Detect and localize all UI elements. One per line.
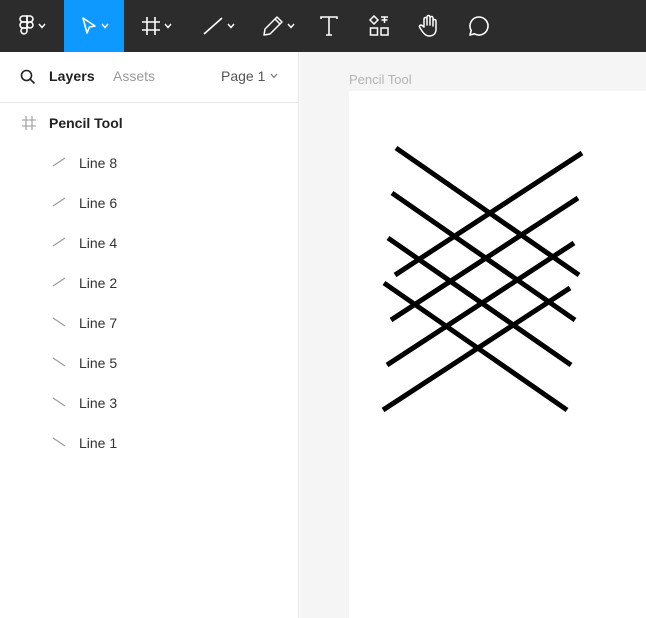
line-up-icon — [52, 277, 66, 287]
page-selector-label: Page 1 — [221, 68, 266, 84]
layer-label: Line 6 — [79, 195, 118, 211]
tab-assets[interactable]: Assets — [113, 68, 155, 84]
tab-layers[interactable]: Layers — [49, 68, 95, 84]
shapes-grid-icon — [368, 15, 390, 36]
layer-item-line-1[interactable]: Line 1 — [0, 423, 298, 463]
hand-tool-button[interactable] — [410, 0, 448, 52]
chevron-down-icon — [286, 23, 295, 29]
page-selector[interactable]: Page 1 — [221, 68, 278, 84]
main-menu-button[interactable] — [0, 0, 64, 52]
frame-title[interactable]: Pencil Tool — [349, 72, 412, 87]
move-tool-button[interactable] — [64, 0, 124, 52]
canvas[interactable]: Pencil Tool — [300, 52, 646, 618]
layer-item-line-8[interactable]: Line 8 — [0, 143, 298, 183]
layer-frame-pencil-tool[interactable]: Pencil Tool — [0, 103, 298, 143]
search-icon[interactable] — [20, 69, 36, 85]
layer-label: Line 3 — [79, 395, 118, 411]
hand-icon — [418, 14, 437, 37]
speech-bubble-icon — [469, 16, 489, 36]
layer-item-line-4[interactable]: Line 4 — [0, 223, 298, 263]
layer-item-line-2[interactable]: Line 2 — [0, 263, 298, 303]
line-down-icon — [52, 357, 66, 367]
chevron-down-icon — [163, 23, 172, 29]
line-tool-button[interactable] — [190, 0, 246, 52]
text-tool-button[interactable] — [310, 0, 348, 52]
layer-label: Line 2 — [79, 275, 118, 291]
line-icon — [202, 17, 223, 35]
frame-hash-icon — [22, 116, 36, 130]
line-down-icon — [52, 317, 66, 327]
layer-item-line-3[interactable]: Line 3 — [0, 383, 298, 423]
pencil-drawing[interactable] — [349, 91, 646, 618]
frame-hash-icon — [141, 17, 160, 35]
line-up-icon — [52, 157, 66, 167]
line-down-icon — [52, 397, 66, 407]
comment-tool-button[interactable] — [460, 0, 498, 52]
line-up-icon — [52, 237, 66, 247]
pen-icon — [262, 16, 283, 36]
pen-tool-button[interactable] — [250, 0, 306, 52]
line-down-icon — [52, 437, 66, 447]
frame-board[interactable] — [349, 91, 646, 618]
line-up-icon — [52, 197, 66, 207]
layer-label: Pencil Tool — [49, 115, 123, 131]
layer-label: Line 8 — [79, 155, 118, 171]
resources-tool-button[interactable] — [360, 0, 398, 52]
chevron-down-icon — [270, 73, 278, 79]
layer-item-line-6[interactable]: Line 6 — [0, 183, 298, 223]
layer-label: Line 5 — [79, 355, 118, 371]
layers-panel: Layers Assets Page 1 Pencil Tool Line 8 … — [0, 52, 299, 618]
frame-tool-button[interactable] — [128, 0, 184, 52]
layer-item-line-7[interactable]: Line 7 — [0, 303, 298, 343]
chevron-down-icon — [100, 23, 109, 29]
chevron-down-icon — [226, 23, 235, 29]
panel-header: Layers Assets Page 1 — [0, 52, 299, 103]
text-T-icon — [320, 16, 338, 36]
layer-item-line-5[interactable]: Line 5 — [0, 343, 298, 383]
layer-label: Line 1 — [79, 435, 118, 451]
figma-logo-icon — [18, 15, 34, 35]
chevron-down-icon — [37, 23, 46, 29]
layer-label: Line 4 — [79, 235, 118, 251]
layer-label: Line 7 — [79, 315, 118, 331]
cursor-arrow-icon — [81, 17, 96, 34]
toolbar — [0, 0, 646, 52]
